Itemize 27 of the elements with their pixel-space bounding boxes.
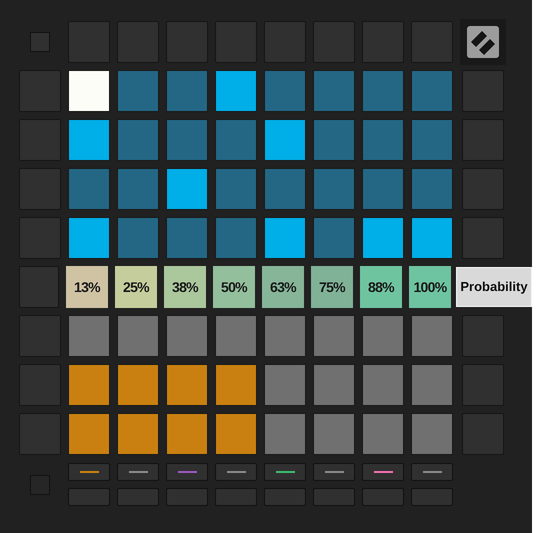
grid-pad[interactable] xyxy=(264,217,306,259)
logo-icon xyxy=(467,26,499,58)
track-button[interactable] xyxy=(264,463,306,481)
track-button[interactable] xyxy=(411,463,453,481)
track-button[interactable] xyxy=(68,463,110,481)
probability-pad[interactable]: 38% xyxy=(164,266,206,308)
grid-pad[interactable] xyxy=(362,217,404,259)
probability-pad[interactable]: 13% xyxy=(66,266,108,308)
track-button[interactable] xyxy=(362,463,404,481)
grid-pad[interactable] xyxy=(68,119,110,161)
probability-pad[interactable]: 88% xyxy=(360,266,402,308)
probability-pad[interactable]: 63% xyxy=(262,266,304,308)
probability-pad[interactable]: 75% xyxy=(310,266,353,308)
track-button[interactable] xyxy=(313,463,355,481)
track-button[interactable] xyxy=(215,463,257,481)
grid-pad[interactable] xyxy=(215,70,257,112)
probability-label: Probability xyxy=(456,267,532,307)
grid-pad[interactable] xyxy=(411,217,453,259)
grid-pad[interactable] xyxy=(68,70,110,112)
probability-pad[interactable]: 100% xyxy=(408,266,451,308)
grid-pad[interactable] xyxy=(264,119,306,161)
track-button[interactable] xyxy=(166,463,208,481)
grid-pad[interactable] xyxy=(166,168,208,210)
track-button[interactable] xyxy=(117,463,159,481)
probability-pad[interactable]: 25% xyxy=(114,266,157,308)
grid-pad[interactable] xyxy=(68,217,110,259)
probability-pad[interactable]: 50% xyxy=(212,266,255,308)
